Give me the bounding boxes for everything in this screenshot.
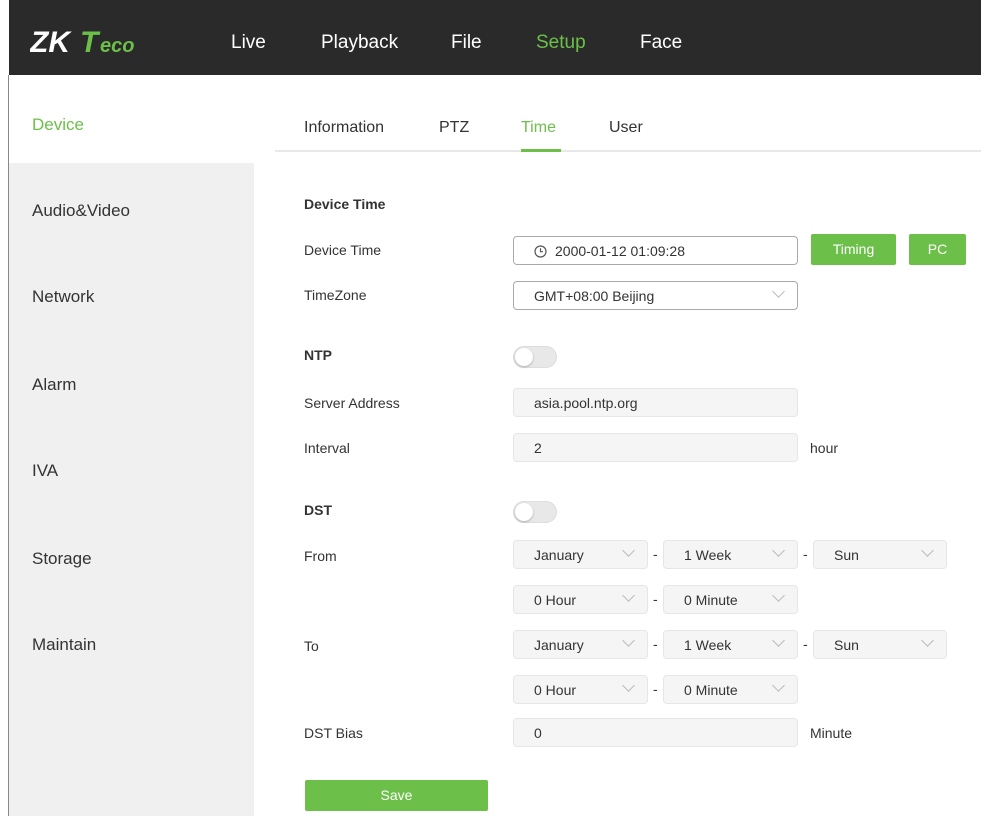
- chevron-down-icon: [622, 589, 635, 602]
- svg-text:eco: eco: [100, 35, 134, 57]
- to-hour-select[interactable]: 0 Hour: [513, 675, 648, 704]
- nav-setup[interactable]: Setup: [536, 32, 586, 54]
- toggle-knob: [515, 348, 533, 366]
- tab-time[interactable]: Time: [521, 119, 556, 137]
- to-minute-select[interactable]: 0 Minute: [663, 675, 798, 704]
- server-address-label: Server Address: [304, 395, 400, 411]
- to-month-select[interactable]: January: [513, 630, 648, 659]
- to-hour-value: 0 Hour: [534, 682, 577, 698]
- device-time-label: Device Time: [304, 242, 382, 258]
- chevron-down-icon: [772, 679, 785, 692]
- interval-label: Interval: [304, 440, 350, 456]
- save-button[interactable]: Save: [305, 780, 488, 811]
- sidebar-item-label: Audio&Video: [32, 201, 130, 220]
- timing-button[interactable]: Timing: [811, 234, 896, 265]
- sidebar-item-label: Alarm: [32, 375, 77, 394]
- to-week-select[interactable]: 1 Week: [663, 630, 798, 659]
- separator: -: [653, 546, 658, 562]
- server-address-input[interactable]: asia.pool.ntp.org: [513, 388, 798, 417]
- svg-text:ZK: ZK: [30, 27, 72, 57]
- chevron-down-icon: [772, 634, 785, 647]
- from-day-value: Sun: [834, 547, 859, 563]
- sidebar-item-label: IVA: [32, 461, 59, 480]
- sidebar-item-label: Network: [32, 287, 95, 306]
- nav-playback[interactable]: Playback: [321, 32, 398, 54]
- from-hour-value: 0 Hour: [534, 592, 577, 608]
- brand-logo: ZK T eco: [30, 27, 170, 57]
- chevron-down-icon: [622, 634, 635, 647]
- timezone-select[interactable]: GMT+08:00 Beijing: [513, 281, 798, 310]
- chevron-down-icon: [772, 544, 785, 557]
- settings-tabs: Information PTZ Time User: [275, 110, 981, 152]
- chevron-down-icon: [921, 634, 934, 647]
- sidebar-item-audio-video[interactable]: Audio&Video: [9, 163, 254, 251]
- to-week-value: 1 Week: [684, 637, 732, 653]
- dst-bias-label: DST Bias: [304, 725, 363, 741]
- dst-bias-input[interactable]: 0: [513, 718, 798, 747]
- to-minute-value: 0 Minute: [684, 682, 738, 698]
- toggle-knob: [515, 503, 533, 521]
- interval-unit: hour: [810, 440, 839, 456]
- timezone-value: GMT+08:00 Beijing: [534, 288, 655, 304]
- sidebar-item-label: Storage: [32, 549, 92, 568]
- svg-text:T: T: [80, 27, 101, 57]
- chevron-down-icon: [622, 679, 635, 692]
- sidebar-item-storage[interactable]: Storage: [9, 515, 254, 603]
- interval-value: 2: [534, 440, 542, 456]
- ntp-toggle[interactable]: [513, 346, 557, 368]
- device-time-value: 2000-01-12 01:09:28: [555, 243, 685, 259]
- dst-toggle[interactable]: [513, 501, 557, 523]
- from-minute-select[interactable]: 0 Minute: [663, 585, 798, 614]
- to-day-value: Sun: [834, 637, 859, 653]
- timezone-label: TimeZone: [304, 287, 367, 303]
- separator: -: [803, 546, 808, 562]
- from-month-select[interactable]: January: [513, 540, 648, 569]
- from-minute-value: 0 Minute: [684, 592, 738, 608]
- sidebar: Device Audio&Video Network Alarm IVA Sto…: [9, 75, 254, 816]
- device-time-field[interactable]: 2000-01-12 01:09:28: [513, 236, 798, 265]
- ntp-section-title: NTP: [304, 347, 332, 363]
- interval-input[interactable]: 2: [513, 433, 798, 462]
- from-week-select[interactable]: 1 Week: [663, 540, 798, 569]
- separator: -: [653, 681, 658, 697]
- active-tab-indicator: [521, 149, 561, 152]
- separator: -: [653, 591, 658, 607]
- tab-information[interactable]: Information: [304, 119, 384, 137]
- from-month-value: January: [534, 547, 584, 563]
- to-day-select[interactable]: Sun: [813, 630, 947, 659]
- nav-live[interactable]: Live: [231, 32, 266, 54]
- nav-face[interactable]: Face: [640, 32, 682, 54]
- nav-file[interactable]: File: [451, 32, 482, 54]
- sidebar-item-alarm[interactable]: Alarm: [9, 339, 254, 427]
- dst-bias-value: 0: [534, 725, 542, 741]
- chevron-down-icon: [772, 285, 785, 298]
- from-week-value: 1 Week: [684, 547, 732, 563]
- sidebar-item-device[interactable]: Device: [9, 75, 254, 163]
- sidebar-item-label: Maintain: [32, 635, 97, 654]
- device-time-section-title: Device Time: [304, 196, 386, 212]
- from-label: From: [304, 548, 337, 564]
- separator: -: [653, 636, 658, 652]
- server-address-value: asia.pool.ntp.org: [534, 395, 638, 411]
- sidebar-item-maintain[interactable]: Maintain: [9, 603, 254, 691]
- to-label: To: [304, 638, 319, 654]
- sidebar-item-iva[interactable]: IVA: [9, 427, 254, 515]
- tab-ptz[interactable]: PTZ: [439, 119, 469, 137]
- to-month-value: January: [534, 637, 584, 653]
- sidebar-item-label: Device: [32, 115, 84, 134]
- chevron-down-icon: [772, 589, 785, 602]
- separator: -: [803, 636, 808, 652]
- from-hour-select[interactable]: 0 Hour: [513, 585, 648, 614]
- pc-button[interactable]: PC: [909, 234, 966, 265]
- chevron-down-icon: [921, 544, 934, 557]
- chevron-down-icon: [622, 544, 635, 557]
- sidebar-item-network[interactable]: Network: [9, 251, 254, 339]
- dst-bias-unit: Minute: [810, 725, 853, 741]
- clock-icon: [534, 239, 547, 268]
- from-day-select[interactable]: Sun: [813, 540, 947, 569]
- tab-user[interactable]: User: [609, 119, 643, 137]
- dst-section-title: DST: [304, 502, 332, 518]
